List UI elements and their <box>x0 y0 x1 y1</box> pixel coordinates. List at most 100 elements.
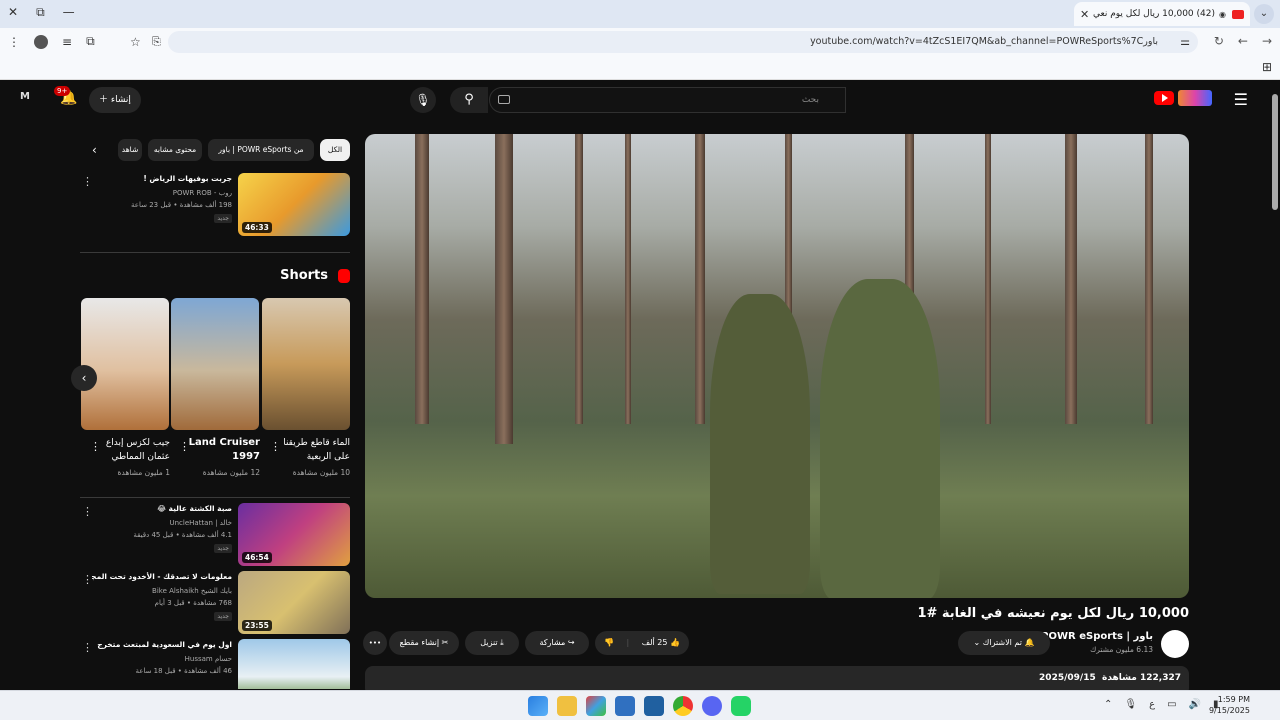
extensions-icon[interactable]: ⧉ <box>86 34 95 49</box>
guide-menu-icon[interactable]: ☰ <box>1234 90 1248 109</box>
back-icon[interactable]: ← <box>1238 34 1248 48</box>
shorts-prev-chevron-icon[interactable]: ‹ <box>71 365 97 391</box>
chips-next-chevron-icon[interactable]: ‹ <box>92 143 97 157</box>
video-thumbnail[interactable] <box>238 639 350 689</box>
window-app-icon[interactable] <box>615 696 635 716</box>
account-avatar[interactable]: M <box>20 91 30 102</box>
like-dislike-button[interactable]: 👍 25 ألف | 👎 <box>595 631 689 655</box>
download-button[interactable]: ⤓ تنزيل <box>465 631 519 655</box>
clip-button[interactable]: ✂ إنشاء مقطع <box>389 631 459 655</box>
reload-icon[interactable]: ↻ <box>1214 34 1224 48</box>
more-options-icon[interactable]: ⋮ <box>82 573 93 586</box>
audio-playing-icon[interactable]: ◉ <box>1219 10 1226 19</box>
short-title[interactable]: Land Cruiser 1997 <box>178 436 260 464</box>
video-thumbnail[interactable]: 46:33 <box>238 173 350 236</box>
short-views: 10 مليون مشاهدة <box>292 468 350 477</box>
close-window-icon[interactable]: ✕ <box>8 5 18 20</box>
network-icon[interactable]: ▭ <box>1167 699 1176 710</box>
recommendation-item[interactable]: 46:33 جربت بوفيهات الرياض ! روب - POWR R… <box>80 173 350 237</box>
new-badge: جديد <box>214 214 232 223</box>
short-thumbnail[interactable] <box>262 298 350 430</box>
voice-search-button[interactable]: 🎙 <box>410 87 436 113</box>
chip-watched[interactable]: شاهد <box>118 139 142 161</box>
url-text[interactable]: youtube.com/watch?v=4tZcS1EI7QM&ab_chann… <box>810 36 1158 47</box>
recommendation-item[interactable]: 23:55 معلومات لا تصدقك - الأخدود تحت الم… <box>80 571 350 635</box>
more-actions-button[interactable]: ••• <box>363 631 387 655</box>
upload-date: 2025/09/15 <box>1039 673 1096 683</box>
dislike-icon: 👎 <box>604 638 614 647</box>
search-input[interactable]: بحث <box>489 87 846 113</box>
more-options-icon[interactable]: ⋮ <box>82 175 93 188</box>
tree-trunk <box>625 134 631 424</box>
microphone-icon[interactable]: 🎙 <box>1124 699 1137 710</box>
site-info-icon[interactable]: ⚌ <box>1180 31 1190 53</box>
tree-trunk <box>1145 134 1153 424</box>
file-explorer-icon[interactable] <box>557 696 577 716</box>
subscriber-count: 6.13 مليون مشترك <box>1090 645 1153 654</box>
scissors-icon: ✂ <box>439 638 449 647</box>
chrome-icon[interactable] <box>673 696 693 716</box>
video-thumbnail[interactable]: 46:54 <box>238 503 350 566</box>
short-thumbnail[interactable] <box>81 298 169 430</box>
tree-trunk <box>575 134 583 424</box>
search-placeholder: بحث <box>801 95 819 105</box>
tree-trunk <box>695 134 705 424</box>
short-views: 1 مليون مشاهدة <box>117 468 170 477</box>
notifications-button[interactable]: 9+ 🔔 <box>54 86 77 106</box>
share-icon: ↪ <box>565 638 575 647</box>
scrollbar-thumb[interactable] <box>1272 94 1278 210</box>
keyboard-icon[interactable] <box>498 95 510 104</box>
browser-menu-icon[interactable]: ⋮ <box>8 35 20 49</box>
short-thumbnail[interactable] <box>171 298 259 430</box>
short-more-options-icon[interactable]: ⋮ <box>270 440 281 453</box>
more-options-icon[interactable]: ⋮ <box>82 505 93 518</box>
tab-close-icon[interactable]: ✕ <box>1080 8 1089 21</box>
subscribed-button[interactable]: 🔔 تم الاشتراك ⌄ <box>958 631 1050 655</box>
install-app-icon[interactable]: ⎘ <box>152 31 161 53</box>
bookmark-star-icon[interactable]: ☆ <box>130 31 141 53</box>
chip-from-channel[interactable]: من POWR eSports | باور <box>208 139 314 161</box>
section-divider <box>80 252 350 253</box>
chip-all[interactable]: الكل <box>320 139 350 161</box>
video-thumbnail[interactable]: 23:55 <box>238 571 350 634</box>
share-label: مشاركة <box>539 638 566 647</box>
video-meta: 4.1 ألف مشاهدة • قبل 45 دقيقة <box>133 531 232 539</box>
recommendation-item[interactable]: اول يوم في السعودية لمبتعث متخرج حسام Hu… <box>80 639 350 689</box>
search-button[interactable]: ⚲ <box>450 87 488 113</box>
short-more-options-icon[interactable]: ⋮ <box>90 440 101 453</box>
taskbar-clock[interactable]: 1:59 PM 9/15/2025 <box>1209 694 1250 716</box>
tree-trunk <box>985 134 991 424</box>
whatsapp-icon[interactable] <box>731 696 751 716</box>
discord-icon[interactable] <box>702 696 722 716</box>
more-options-icon[interactable]: ⋮ <box>82 641 93 654</box>
calculator-icon[interactable] <box>644 696 664 716</box>
youtube-header: ☰ بحث ⚲ 🎙 ＋ إنشاء 9+ 🔔 M <box>0 80 1270 120</box>
video-player[interactable] <box>365 134 1189 598</box>
toolbar-left-icons: ⋮ ≡ ⧉ <box>8 34 95 49</box>
page-scrollbar[interactable] <box>1270 80 1280 690</box>
restore-window-icon[interactable]: ⧉ <box>36 5 45 20</box>
media-control-icon[interactable]: ≡ <box>62 35 72 49</box>
volume-icon[interactable]: 🔊 <box>1189 699 1201 710</box>
download-icon: ⤓ <box>497 638 504 647</box>
store-icon[interactable] <box>586 696 606 716</box>
windows-start-icon[interactable] <box>528 696 548 716</box>
channel-avatar[interactable] <box>1161 630 1189 658</box>
language-indicator-icon[interactable]: ع <box>1149 699 1155 710</box>
recommendation-item[interactable]: 46:54 صبة الكشتة عالية 😂 خالد | UncleHat… <box>80 503 350 567</box>
chevron-up-icon[interactable]: ⌃ <box>1104 699 1112 710</box>
apps-grid-icon[interactable]: ⊞ <box>1262 60 1272 74</box>
address-bar[interactable]: ☆ ⎘ youtube.com/watch?v=4tZcS1EI7QM&ab_c… <box>130 31 1198 53</box>
tab-search-icon[interactable]: ⌄ <box>1254 4 1274 24</box>
channel-name[interactable]: باور | POWR eSports <box>1041 631 1153 642</box>
navigation-buttons: ↻ ← → <box>1214 34 1272 48</box>
share-button[interactable]: ↪ مشاركة <box>525 631 589 655</box>
short-more-options-icon[interactable]: ⋮ <box>179 440 190 453</box>
create-button[interactable]: ＋ إنشاء <box>89 87 141 113</box>
chip-related[interactable]: محتوى مشابه <box>148 139 202 161</box>
forward-icon[interactable]: → <box>1262 34 1272 48</box>
minimize-window-icon[interactable]: — <box>63 5 75 20</box>
browser-tab-active[interactable]: ◉ (42) 10,000 ريال لكل يوم نعي ✕ <box>1074 2 1250 26</box>
profile-avatar[interactable] <box>34 34 48 49</box>
youtube-logo[interactable] <box>1154 90 1212 106</box>
